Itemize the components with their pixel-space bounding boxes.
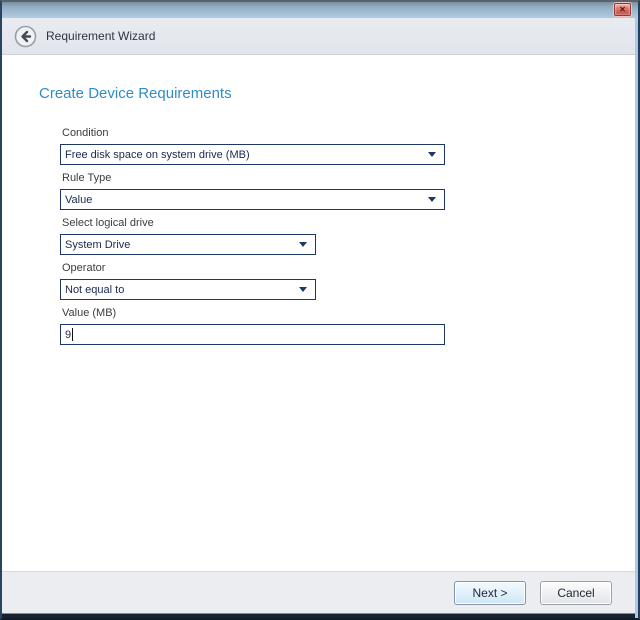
page-title: Create Device Requirements [39, 85, 638, 102]
requirement-wizard-window: ✕ Requirement Wizard Create Device Requi… [0, 0, 640, 620]
back-arrow-icon [14, 25, 37, 48]
condition-field: Condition Free disk space on system driv… [60, 127, 638, 165]
title-bar: ✕ [2, 2, 638, 18]
chevron-down-icon [428, 152, 436, 157]
back-button[interactable] [14, 25, 37, 48]
close-icon: ✕ [619, 5, 626, 15]
operator-field: Operator Not equal to [60, 262, 638, 300]
logical-drive-select[interactable]: System Drive [60, 234, 316, 255]
condition-selected-value: Free disk space on system drive (MB) [65, 149, 250, 161]
rule-type-selected-value: Value [65, 194, 92, 206]
chevron-down-icon [428, 197, 436, 202]
chevron-down-icon [299, 242, 307, 247]
wizard-footer: Next > Cancel [2, 571, 638, 613]
wizard-content: Create Device Requirements Condition Fre… [2, 55, 638, 571]
chevron-down-icon [299, 287, 307, 292]
condition-select[interactable]: Free disk space on system drive (MB) [60, 144, 445, 165]
condition-label: Condition [62, 127, 638, 139]
close-button[interactable]: ✕ [614, 3, 631, 16]
logical-drive-selected-value: System Drive [65, 239, 130, 251]
value-input[interactable]: 9 [60, 324, 445, 345]
cancel-button[interactable]: Cancel [540, 581, 612, 605]
operator-label: Operator [62, 262, 638, 274]
value-label: Value (MB) [62, 307, 638, 319]
rule-type-field: Rule Type Value [60, 172, 638, 210]
rule-type-label: Rule Type [62, 172, 638, 184]
window-title: Requirement Wizard [46, 29, 155, 43]
requirements-form: Condition Free disk space on system driv… [60, 127, 638, 345]
wizard-header: Requirement Wizard [2, 18, 638, 55]
text-caret [72, 328, 73, 341]
logical-drive-label: Select logical drive [62, 217, 638, 229]
window-bottom-frame [2, 613, 638, 618]
operator-selected-value: Not equal to [65, 284, 124, 296]
value-input-text: 9 [65, 329, 71, 341]
logical-drive-field: Select logical drive System Drive [60, 217, 638, 255]
rule-type-select[interactable]: Value [60, 189, 445, 210]
next-button[interactable]: Next > [454, 581, 526, 605]
value-field: Value (MB) 9 [60, 307, 638, 345]
operator-select[interactable]: Not equal to [60, 279, 316, 300]
